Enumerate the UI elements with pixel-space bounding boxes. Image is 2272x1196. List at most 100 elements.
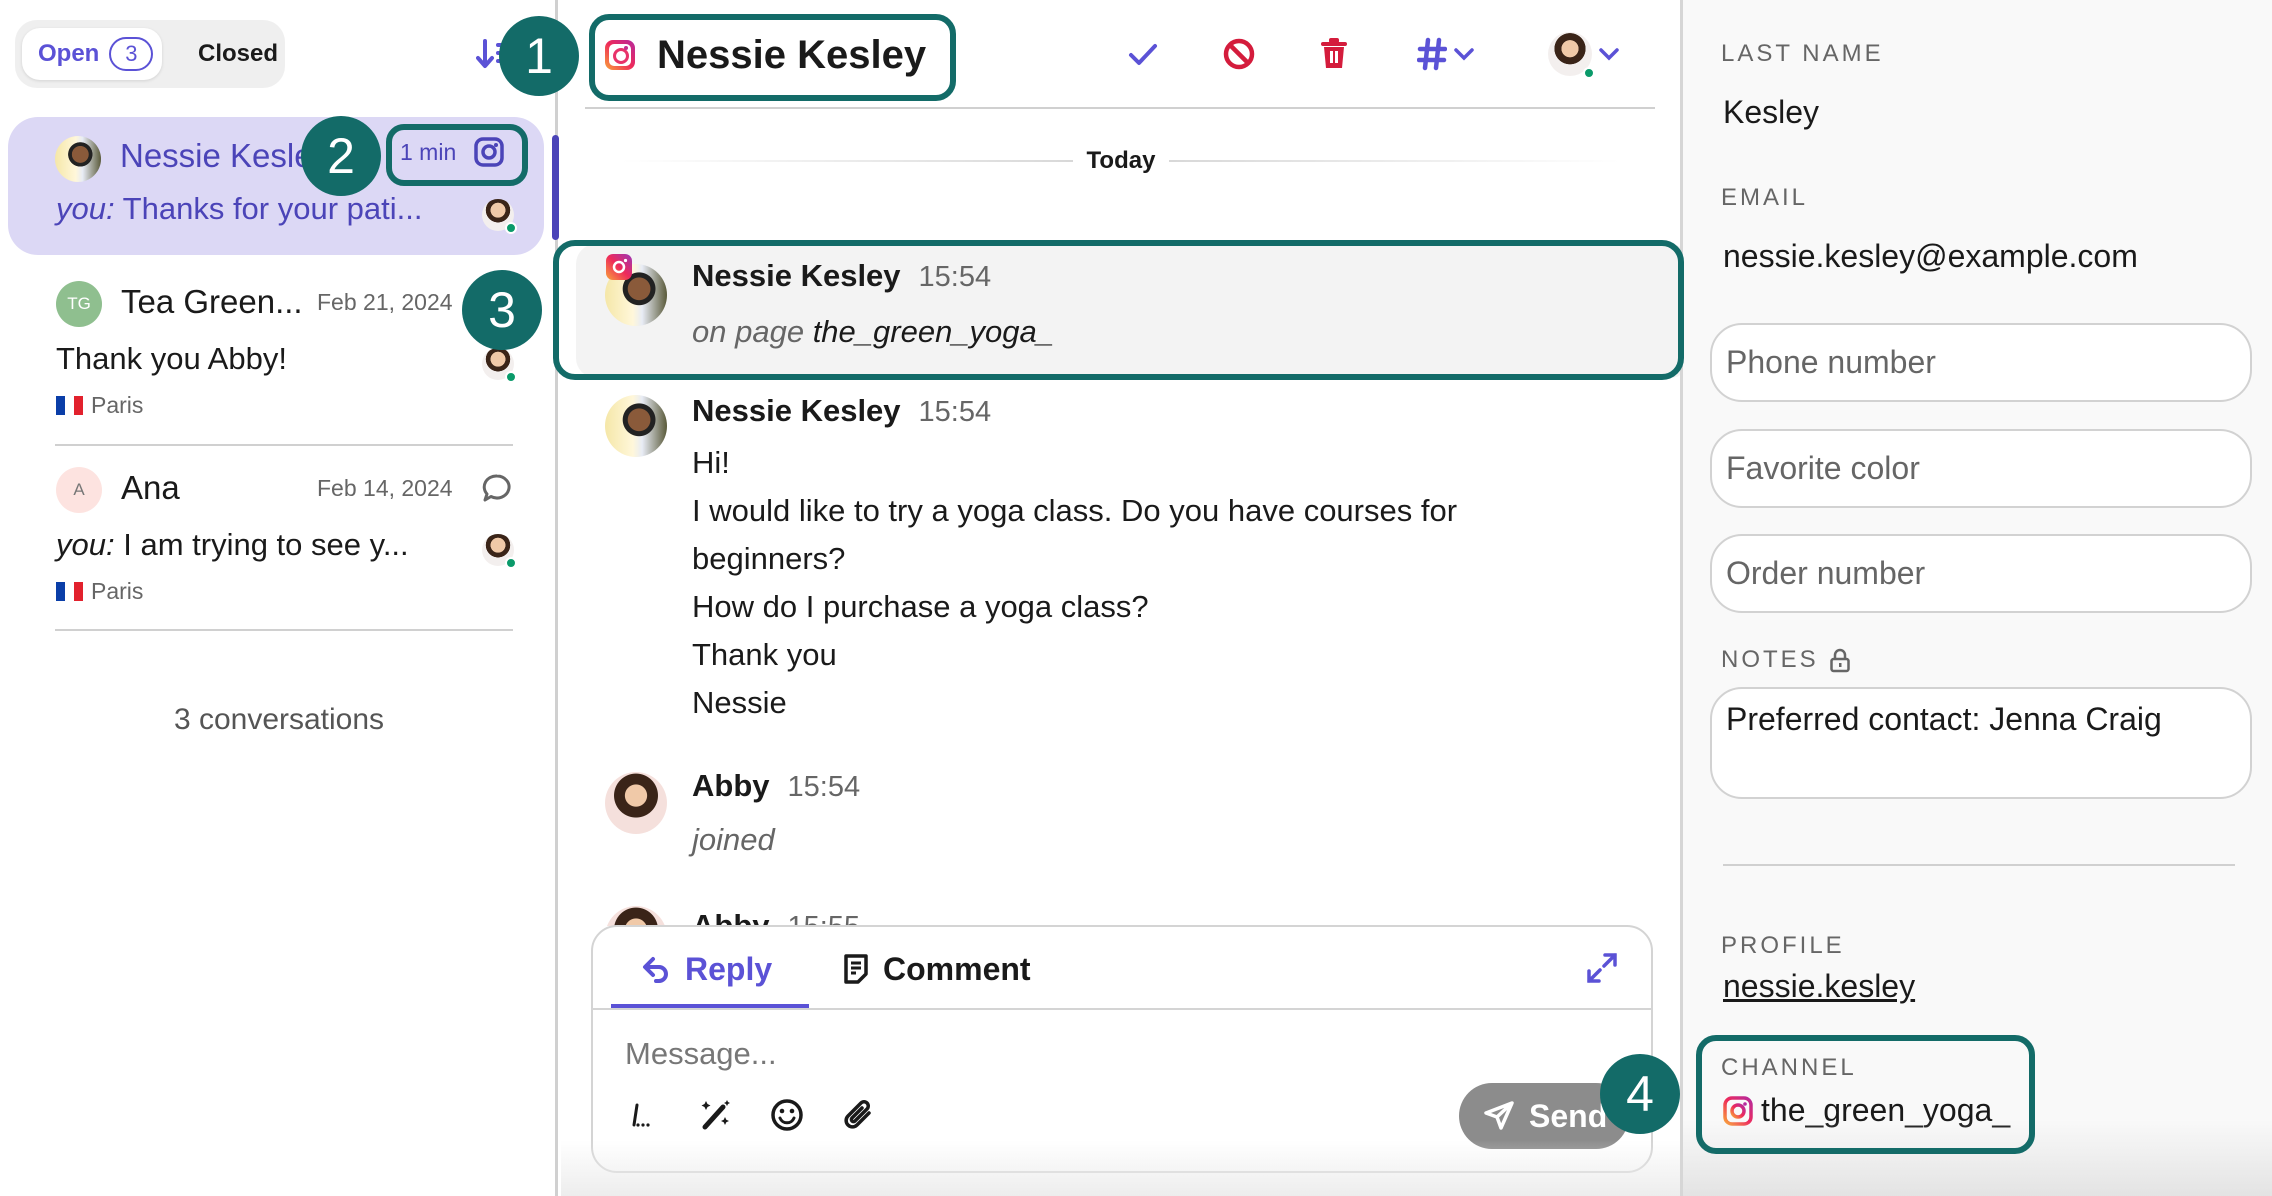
shortcuts-icon[interactable] bbox=[627, 1097, 663, 1133]
favorite-color-field[interactable] bbox=[1710, 429, 2252, 508]
comment-note-icon bbox=[844, 954, 868, 984]
france-flag-icon bbox=[56, 396, 83, 415]
lock-icon bbox=[1829, 648, 1850, 673]
tab-comment-label: Comment bbox=[883, 950, 1031, 987]
message-input[interactable] bbox=[625, 1031, 1565, 1077]
avatar bbox=[605, 395, 667, 457]
message: Nessie Kesley 15:54 Hi! I would like to … bbox=[605, 393, 1645, 733]
contact-name: Ana bbox=[121, 469, 180, 506]
assignee-dropdown[interactable] bbox=[1548, 32, 1620, 79]
chevron-down-icon bbox=[1454, 48, 1474, 61]
system-prefix: on page bbox=[692, 314, 805, 349]
conversation-list-panel: Open 3 Closed Nessie Kesle 1 min you: Th… bbox=[0, 0, 559, 1196]
divider bbox=[55, 629, 513, 631]
message-line: beginners? bbox=[692, 541, 846, 576]
message-line: Hi! bbox=[692, 445, 730, 480]
message-time: 15:55 bbox=[788, 911, 861, 926]
online-status-dot bbox=[505, 222, 517, 234]
message-header: Abby 15:55 bbox=[692, 908, 860, 926]
trash-icon[interactable] bbox=[1319, 36, 1349, 72]
message-author: Nessie Kesley bbox=[692, 393, 901, 428]
instagram-icon bbox=[474, 137, 504, 167]
notes-label-text: NOTES bbox=[1721, 646, 1819, 673]
last-name-value[interactable]: Kesley bbox=[1723, 94, 1819, 131]
conversation-preview: Thank you Abby! bbox=[56, 341, 287, 377]
check-icon[interactable] bbox=[1127, 36, 1159, 72]
tab-comment[interactable]: Comment bbox=[843, 947, 1031, 991]
divider bbox=[1723, 864, 2235, 866]
conversation-time: 1 min bbox=[400, 138, 457, 165]
profile-link[interactable]: nessie.kesley bbox=[1723, 968, 1915, 1005]
tab-closed[interactable]: Closed bbox=[198, 28, 278, 80]
block-icon[interactable] bbox=[1221, 36, 1257, 72]
tab-open[interactable]: Open 3 bbox=[22, 28, 162, 80]
message-time: 15:54 bbox=[918, 396, 992, 428]
message-header: Nessie Kesley 15:54 bbox=[692, 393, 991, 429]
message-event: joined bbox=[692, 822, 775, 857]
magic-wand-icon[interactable] bbox=[697, 1097, 733, 1133]
location-text: Paris bbox=[91, 392, 144, 418]
conversation-preview: you: I am trying to see y... bbox=[56, 527, 409, 563]
assignee-avatar bbox=[482, 348, 517, 383]
message-line: Thank you bbox=[692, 637, 837, 672]
last-name-label: LAST NAME bbox=[1721, 40, 1884, 67]
message-author: Abby bbox=[692, 768, 770, 803]
header-divider bbox=[585, 107, 1655, 109]
message-line: I would like to try a yoga class. Do you… bbox=[692, 493, 1458, 528]
assignee-avatar bbox=[482, 199, 517, 234]
conversation-item[interactable]: A Ana Feb 14, 2024 you: I am trying to s… bbox=[8, 460, 544, 630]
contact-details-panel: LAST NAME Kesley EMAIL nessie.kesley@exa… bbox=[1680, 0, 2272, 1196]
avatar-initials: TG bbox=[56, 281, 102, 327]
tab-open-label: Open bbox=[38, 40, 100, 67]
send-label: Send bbox=[1529, 1097, 1608, 1134]
annotation-marker: 1 bbox=[499, 16, 579, 96]
assignee-avatar bbox=[482, 534, 517, 569]
annotation-marker: 4 bbox=[1600, 1054, 1680, 1134]
notes-field[interactable]: Preferred contact: Jenna Craig bbox=[1710, 687, 2252, 799]
conversation-title: Nessie Kesley bbox=[605, 26, 926, 84]
divider bbox=[55, 444, 513, 446]
message: Abby 15:55 bbox=[605, 902, 1645, 926]
selected-indicator bbox=[552, 135, 559, 240]
preview-text: Thanks for your pati... bbox=[122, 191, 423, 226]
open-count-badge: 3 bbox=[109, 37, 154, 71]
avatar bbox=[605, 906, 667, 926]
contact-name: Nessie Kesle bbox=[120, 137, 313, 174]
message-header: Nessie Kesley 15:54 bbox=[692, 258, 991, 294]
phone-number-field[interactable] bbox=[1710, 323, 2252, 402]
conversation-date: Feb 14, 2024 bbox=[317, 475, 453, 501]
message-time: 15:54 bbox=[787, 771, 861, 803]
contact-name: Tea Green... bbox=[121, 283, 303, 320]
attachment-icon[interactable] bbox=[841, 1097, 877, 1133]
divider bbox=[593, 1008, 1651, 1010]
message-body: on page the_green_yoga_ bbox=[692, 308, 1054, 356]
assignee-avatar bbox=[1548, 32, 1595, 79]
avatar bbox=[55, 136, 101, 182]
contact-location: Paris bbox=[56, 578, 143, 605]
tab-reply[interactable]: Reply bbox=[641, 947, 772, 991]
contact-name-title: Nessie Kesley bbox=[657, 32, 927, 77]
france-flag-icon bbox=[56, 582, 83, 601]
conversation-count: 3 conversations bbox=[173, 703, 385, 736]
expand-icon[interactable] bbox=[1585, 951, 1619, 985]
tab-reply-label: Reply bbox=[685, 950, 773, 987]
preview-prefix: you: bbox=[56, 191, 115, 226]
conversation-item[interactable]: Nessie Kesle 1 min you: Thanks for your … bbox=[8, 117, 544, 255]
online-status-dot bbox=[505, 371, 517, 383]
message-author: Abby bbox=[692, 908, 770, 926]
email-value[interactable]: nessie.kesley@example.com bbox=[1723, 238, 2138, 275]
tags-dropdown[interactable] bbox=[1417, 36, 1475, 72]
message: Abby 15:54 joined bbox=[605, 768, 1645, 878]
message-line: Nessie bbox=[692, 685, 787, 720]
conversation-meta: 1 min bbox=[400, 137, 504, 167]
message-header: Abby 15:54 bbox=[692, 768, 860, 804]
channel-name: the_green_yoga_ bbox=[1761, 1092, 2011, 1128]
notes-label: NOTES bbox=[1721, 646, 1851, 674]
order-number-field[interactable] bbox=[1710, 534, 2252, 613]
emoji-icon[interactable] bbox=[769, 1097, 805, 1133]
send-icon bbox=[1484, 1101, 1514, 1130]
email-label: EMAIL bbox=[1721, 184, 1809, 211]
page-name: the_green_yoga_ bbox=[812, 314, 1055, 349]
chevron-down-icon bbox=[1599, 48, 1619, 61]
channel-value: the_green_yoga_ bbox=[1723, 1092, 2010, 1129]
